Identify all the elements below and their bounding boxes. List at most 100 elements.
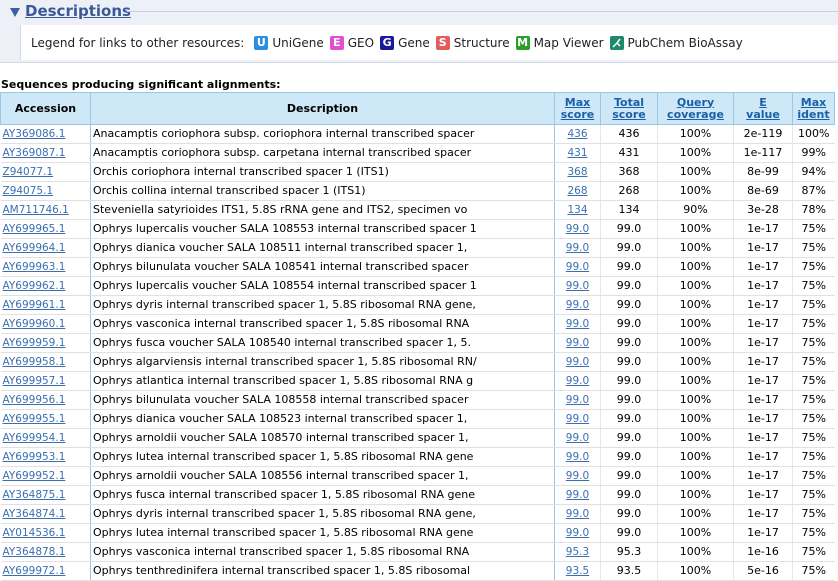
accession-link[interactable]: AY699953.1 — [3, 451, 66, 463]
accession-cell[interactable]: AY369087.1 — [0, 143, 91, 163]
accession-cell[interactable]: AY699958.1 — [0, 352, 91, 372]
max-score-link[interactable]: 99.0 — [566, 432, 589, 444]
max-score-link[interactable]: 99.0 — [566, 394, 589, 406]
col-e-value[interactable]: Evalue — [733, 92, 793, 125]
accession-cell[interactable]: AY699965.1 — [0, 219, 91, 239]
accession-cell[interactable]: AY369086.1 — [0, 124, 91, 144]
max-score-cell[interactable]: 368 — [554, 162, 601, 182]
col-max-score[interactable]: Max score — [554, 92, 601, 125]
collapse-triangle-icon[interactable] — [10, 7, 20, 17]
sort-total-score-link[interactable]: Total score — [612, 96, 646, 121]
accession-link[interactable]: AY699965.1 — [3, 223, 66, 235]
max-score-cell[interactable]: 99.0 — [554, 257, 601, 277]
max-score-cell[interactable]: 99.0 — [554, 295, 601, 315]
accession-link[interactable]: AY699957.1 — [3, 375, 66, 387]
accession-link[interactable]: AY699958.1 — [3, 356, 66, 368]
sort-max-score-link[interactable]: Max score — [561, 96, 595, 121]
sort-max-ident-link[interactable]: Max ident — [797, 96, 829, 121]
sort-query-coverage-link[interactable]: Query coverage — [667, 96, 724, 121]
col-query-coverage[interactable]: Query coverage — [657, 92, 734, 125]
max-score-link[interactable]: 99.0 — [566, 489, 589, 501]
sort-e-value-link[interactable]: Evalue — [746, 96, 780, 121]
accession-link[interactable]: AY369086.1 — [3, 128, 66, 140]
max-score-link[interactable]: 99.0 — [566, 299, 589, 311]
accession-cell[interactable]: AY699956.1 — [0, 390, 91, 410]
accession-cell[interactable]: AY699954.1 — [0, 428, 91, 448]
max-score-cell[interactable]: 99.0 — [554, 276, 601, 296]
accession-link[interactable]: AY014536.1 — [3, 527, 66, 539]
max-score-cell[interactable]: 99.0 — [554, 219, 601, 239]
accession-link[interactable]: AY699972.1 — [3, 565, 66, 577]
max-score-cell[interactable]: 99.0 — [554, 466, 601, 486]
max-score-cell[interactable]: 99.0 — [554, 447, 601, 467]
accession-link[interactable]: AY699963.1 — [3, 261, 66, 273]
max-score-cell[interactable]: 99.0 — [554, 485, 601, 505]
accession-link[interactable]: AY699960.1 — [3, 318, 66, 330]
accession-link[interactable]: AM711746.1 — [3, 204, 69, 216]
max-score-cell[interactable]: 99.0 — [554, 314, 601, 334]
accession-link[interactable]: AY364875.1 — [3, 489, 66, 501]
accession-cell[interactable]: Z94075.1 — [0, 181, 91, 201]
accession-link[interactable]: AY699956.1 — [3, 394, 66, 406]
accession-cell[interactable]: AY699961.1 — [0, 295, 91, 315]
max-score-link[interactable]: 99.0 — [566, 527, 589, 539]
accession-cell[interactable]: AY699957.1 — [0, 371, 91, 391]
max-score-link[interactable]: 436 — [567, 128, 587, 140]
max-score-cell[interactable]: 99.0 — [554, 371, 601, 391]
max-score-link[interactable]: 431 — [567, 147, 587, 159]
max-score-link[interactable]: 99.0 — [566, 470, 589, 482]
accession-cell[interactable]: Z94077.1 — [0, 162, 91, 182]
accession-cell[interactable]: AY699972.1 — [0, 561, 91, 581]
max-score-cell[interactable]: 431 — [554, 143, 601, 163]
col-total-score[interactable]: Total score — [600, 92, 658, 125]
max-score-link[interactable]: 99.0 — [566, 242, 589, 254]
accession-link[interactable]: AY699961.1 — [3, 299, 66, 311]
accession-cell[interactable]: AY699963.1 — [0, 257, 91, 277]
accession-cell[interactable]: AY699959.1 — [0, 333, 91, 353]
max-score-link[interactable]: 93.5 — [566, 565, 589, 577]
max-score-link[interactable]: 99.0 — [566, 508, 589, 520]
accession-link[interactable]: AY369087.1 — [3, 147, 66, 159]
max-score-cell[interactable]: 93.5 — [554, 561, 601, 581]
max-score-cell[interactable]: 99.0 — [554, 428, 601, 448]
max-score-cell[interactable]: 99.0 — [554, 390, 601, 410]
max-score-link[interactable]: 99.0 — [566, 413, 589, 425]
accession-link[interactable]: AY699959.1 — [3, 337, 66, 349]
accession-link[interactable]: AY699954.1 — [3, 432, 66, 444]
max-score-link[interactable]: 99.0 — [566, 318, 589, 330]
max-score-link[interactable]: 368 — [567, 166, 587, 178]
max-score-cell[interactable]: 99.0 — [554, 333, 601, 353]
accession-cell[interactable]: AY699952.1 — [0, 466, 91, 486]
accession-cell[interactable]: AY699964.1 — [0, 238, 91, 258]
max-score-cell[interactable]: 99.0 — [554, 523, 601, 543]
max-score-cell[interactable]: 99.0 — [554, 238, 601, 258]
accession-cell[interactable]: AY699953.1 — [0, 447, 91, 467]
max-score-cell[interactable]: 99.0 — [554, 504, 601, 524]
accession-link[interactable]: AY699964.1 — [3, 242, 66, 254]
accession-cell[interactable]: AY364878.1 — [0, 542, 91, 562]
accession-cell[interactable]: AY699962.1 — [0, 276, 91, 296]
accession-link[interactable]: Z94075.1 — [3, 185, 54, 197]
max-score-cell[interactable]: 268 — [554, 181, 601, 201]
max-score-link[interactable]: 99.0 — [566, 356, 589, 368]
accession-link[interactable]: AY364874.1 — [3, 508, 66, 520]
accession-cell[interactable]: AY014536.1 — [0, 523, 91, 543]
accession-cell[interactable]: AM711746.1 — [0, 200, 91, 220]
accession-cell[interactable]: AY699960.1 — [0, 314, 91, 334]
max-score-link[interactable]: 99.0 — [566, 375, 589, 387]
max-score-link[interactable]: 95.3 — [566, 546, 589, 558]
max-score-link[interactable]: 99.0 — [566, 451, 589, 463]
max-score-link[interactable]: 134 — [567, 204, 587, 216]
max-score-cell[interactable]: 99.0 — [554, 352, 601, 372]
accession-link[interactable]: Z94077.1 — [3, 166, 54, 178]
accession-link[interactable]: AY699962.1 — [3, 280, 66, 292]
accession-link[interactable]: AY364878.1 — [3, 546, 66, 558]
descriptions-toggle[interactable]: Descriptions — [10, 1, 131, 21]
col-max-ident[interactable]: Max ident — [792, 92, 835, 125]
max-score-cell[interactable]: 436 — [554, 124, 601, 144]
accession-link[interactable]: AY699952.1 — [3, 470, 66, 482]
accession-cell[interactable]: AY364874.1 — [0, 504, 91, 524]
accession-link[interactable]: AY699955.1 — [3, 413, 66, 425]
max-score-link[interactable]: 268 — [567, 185, 587, 197]
descriptions-title[interactable]: Descriptions — [25, 2, 131, 20]
